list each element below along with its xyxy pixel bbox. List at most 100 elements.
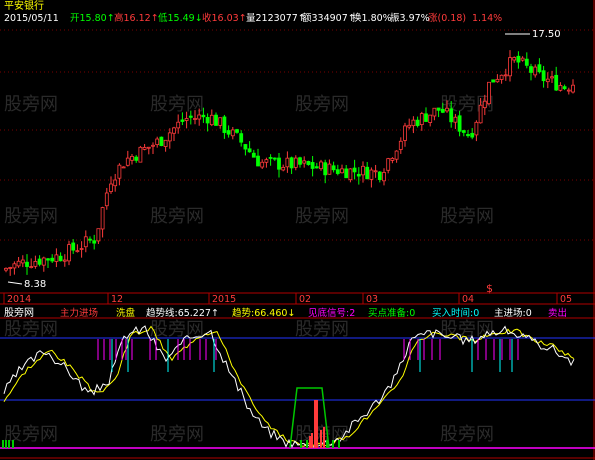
candle-body bbox=[474, 121, 479, 136]
candle-body bbox=[277, 157, 281, 170]
candle-body bbox=[310, 162, 315, 169]
candle-body bbox=[512, 57, 517, 61]
candle-body bbox=[529, 66, 533, 73]
candle-body bbox=[243, 144, 248, 150]
quote-item: 量2123077↑ bbox=[246, 13, 306, 24]
candle-body bbox=[449, 108, 454, 123]
time-tick-label: 2014 bbox=[7, 294, 31, 305]
low-price-marker: 8.38 bbox=[24, 279, 46, 290]
candle-body bbox=[503, 74, 508, 77]
candle-body bbox=[390, 157, 395, 161]
candle-body bbox=[562, 86, 567, 90]
candle-body bbox=[222, 116, 227, 133]
candle-body bbox=[239, 133, 244, 143]
watermark-text: 股旁网 bbox=[440, 424, 494, 445]
candle-body bbox=[541, 70, 546, 82]
candle-body bbox=[117, 164, 122, 179]
candle-body bbox=[327, 163, 332, 175]
candle-body bbox=[172, 127, 176, 134]
candle-body bbox=[138, 146, 143, 163]
candle-body bbox=[167, 132, 172, 142]
candle-body bbox=[163, 139, 168, 147]
candle-body bbox=[508, 57, 512, 77]
indicator-legend-item: 趋势:66.460↓ bbox=[232, 307, 295, 319]
candle-body bbox=[470, 132, 475, 138]
candle-body bbox=[33, 261, 38, 267]
candle-body bbox=[83, 236, 88, 248]
candle-body bbox=[369, 169, 374, 180]
quote-item: 振3.97% bbox=[390, 12, 430, 24]
candle-body bbox=[352, 167, 357, 173]
indicator-legend: 股旁网 主力进场 洗盘 趋势线:65.227↑ 趋势:66.460↓ 见底信号:2 买点准备… bbox=[4, 306, 567, 319]
indicator-legend-item: 卖出 bbox=[548, 307, 567, 319]
wash-bar bbox=[5, 440, 7, 448]
time-tick-label: 02 bbox=[299, 294, 311, 305]
candle-body bbox=[398, 140, 403, 150]
candle-body bbox=[214, 114, 218, 126]
candle-body bbox=[130, 155, 134, 161]
main-force-small-bar bbox=[323, 427, 325, 448]
candle-body bbox=[281, 166, 286, 171]
candle-body bbox=[251, 152, 256, 158]
candle-body bbox=[125, 157, 130, 166]
candle-body bbox=[25, 261, 29, 267]
candle-body bbox=[319, 161, 323, 170]
candle-body bbox=[394, 150, 399, 160]
main-force-small-bar bbox=[320, 430, 322, 448]
candle-body bbox=[348, 168, 353, 181]
watermark-text: 股旁网 bbox=[295, 319, 349, 340]
wash-bar bbox=[338, 440, 340, 448]
date-label: 2015/05/11 bbox=[4, 13, 59, 24]
high-price-marker: 17.50 bbox=[532, 29, 561, 40]
quote-item: 涨(0.18) bbox=[428, 13, 466, 24]
candle-body bbox=[386, 158, 391, 171]
candle-body bbox=[264, 159, 269, 163]
candle-body bbox=[461, 130, 466, 133]
candle-body bbox=[365, 166, 370, 180]
candle-body bbox=[37, 258, 42, 265]
candle-body bbox=[482, 100, 487, 109]
candle-body bbox=[134, 156, 139, 161]
watermark-text: 股旁网 bbox=[4, 94, 58, 115]
candle-body bbox=[260, 161, 265, 168]
candle-body bbox=[566, 89, 571, 92]
candle-body bbox=[256, 155, 260, 167]
stock-chart[interactable]: 股旁网 股旁网 股旁网 股旁网股旁网 股旁网 股旁网 股旁网股旁网 股旁网 股旁网 股旁网股旁网股… bbox=[0, 0, 595, 460]
candle-body bbox=[46, 258, 50, 261]
candle-body bbox=[180, 119, 185, 122]
wash-bar bbox=[326, 440, 328, 448]
candle-body bbox=[356, 173, 361, 177]
candle-body bbox=[445, 107, 449, 112]
quote-item: 1.14% bbox=[472, 13, 502, 24]
watermark-text: 股旁网 bbox=[295, 94, 349, 115]
wash-bar bbox=[8, 440, 10, 448]
candle-body bbox=[159, 136, 164, 147]
candle-body bbox=[230, 129, 235, 137]
candle-body bbox=[205, 117, 210, 124]
candle-body bbox=[550, 76, 554, 79]
candle-body bbox=[298, 157, 302, 165]
candle-body bbox=[428, 114, 433, 123]
candle-body bbox=[495, 78, 500, 83]
candle-body bbox=[340, 168, 344, 174]
candle-body bbox=[197, 114, 202, 120]
candle-body bbox=[331, 165, 336, 171]
candle-body bbox=[151, 144, 155, 147]
candle-body bbox=[109, 183, 113, 192]
wash-bar bbox=[300, 440, 302, 448]
candle-body bbox=[344, 168, 349, 179]
candle-body bbox=[373, 170, 378, 173]
wash-bar bbox=[306, 440, 308, 448]
watermark-text: 股旁网 bbox=[295, 206, 349, 227]
candle-body bbox=[306, 161, 311, 165]
candle-body bbox=[113, 179, 118, 187]
candle-body bbox=[71, 242, 76, 251]
candle-body bbox=[419, 113, 424, 126]
time-tick-label: 03 bbox=[366, 294, 378, 305]
candle-body bbox=[403, 125, 407, 141]
candle-body bbox=[79, 248, 84, 250]
candle-body bbox=[29, 266, 34, 268]
candle-body bbox=[235, 129, 239, 133]
candle-body bbox=[545, 78, 550, 83]
watermark-text: 股旁网 bbox=[4, 319, 58, 340]
